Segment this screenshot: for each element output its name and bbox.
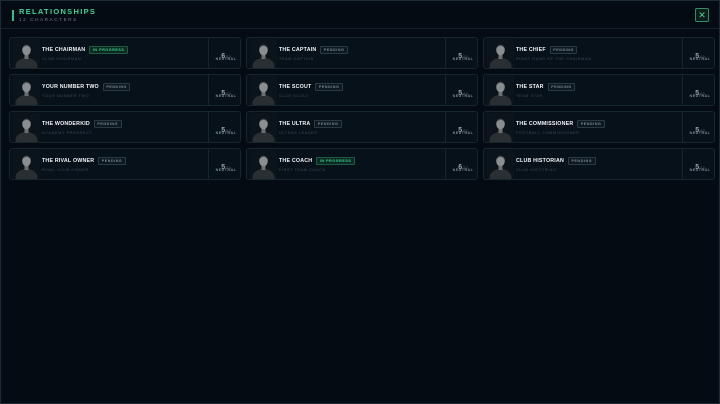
character-name: THE RIVAL OWNER bbox=[42, 158, 95, 164]
character-role: FOOTBALL COMMISSIONER bbox=[516, 130, 580, 135]
character-card-4[interactable]: YOUR NUMBER TWO PENDING YOUR NUMBER TWO … bbox=[9, 74, 241, 106]
character-name: THE COMMISSIONER bbox=[516, 121, 574, 127]
card-divider bbox=[208, 112, 209, 142]
card-divider bbox=[682, 38, 683, 68]
close-icon: ✕ bbox=[698, 10, 706, 20]
character-card-12[interactable]: CLUB HISTORIAN PENDING CLUB HISTORIAN 5/… bbox=[483, 148, 715, 180]
mood-label: NEUTRAL bbox=[452, 56, 474, 61]
card-divider bbox=[208, 75, 209, 105]
card-divider bbox=[208, 149, 209, 179]
character-name: THE SCOUT bbox=[279, 84, 312, 90]
character-role: TEAM STAR bbox=[516, 93, 543, 98]
character-role: TEAM CAPTAIN bbox=[279, 56, 314, 61]
character-portrait bbox=[487, 39, 514, 68]
character-name: THE CHIEF bbox=[516, 47, 546, 53]
mood-label: NEUTRAL bbox=[689, 56, 711, 61]
character-name: THE WONDERKID bbox=[42, 121, 90, 127]
status-badge: PENDING bbox=[98, 157, 126, 165]
card-divider bbox=[208, 38, 209, 68]
character-role: ACADEMY PROSPECT bbox=[42, 130, 93, 135]
mood-label: NEUTRAL bbox=[215, 167, 237, 172]
character-portrait bbox=[13, 113, 40, 142]
card-divider bbox=[445, 112, 446, 142]
character-name: THE COACH bbox=[279, 158, 313, 164]
character-count: 12 CHARACTERS bbox=[19, 16, 78, 22]
status-badge: PENDING bbox=[568, 157, 596, 165]
character-card-3[interactable]: THE CHIEF PENDING RIGHT HAND OF THE CHAI… bbox=[483, 37, 715, 69]
card-divider bbox=[445, 149, 446, 179]
character-role: CLUB CHAIRMAN bbox=[42, 56, 82, 61]
character-role: CLUB HISTORIAN bbox=[516, 167, 557, 172]
card-divider bbox=[445, 75, 446, 105]
character-portrait bbox=[250, 150, 277, 179]
status-badge: PENDING bbox=[547, 83, 576, 91]
character-portrait bbox=[487, 76, 514, 105]
character-portrait bbox=[487, 150, 514, 179]
status-badge: IN PROGRESS bbox=[89, 46, 128, 54]
character-name: YOUR NUMBER TWO bbox=[42, 84, 99, 90]
character-name: THE CAPTAIN bbox=[279, 47, 317, 53]
mood-label: NEUTRAL bbox=[452, 167, 474, 172]
character-name: THE CHAIRMAN bbox=[42, 47, 86, 53]
character-name: THE ULTRA bbox=[279, 121, 311, 127]
character-role: CLUB SCOUT bbox=[279, 93, 310, 98]
status-badge: PENDING bbox=[314, 120, 342, 128]
status-badge: PENDING bbox=[315, 83, 343, 91]
card-divider bbox=[445, 38, 446, 68]
card-divider bbox=[682, 112, 683, 142]
character-portrait bbox=[250, 39, 277, 68]
panel-header: RELATIONSHIPS 12 CHARACTERS ✕ bbox=[1, 1, 720, 29]
status-badge: PENDING bbox=[320, 46, 348, 54]
character-card-9[interactable]: THE COMMISSIONER PENDING FOOTBALL COMMIS… bbox=[483, 111, 715, 143]
mood-label: NEUTRAL bbox=[452, 130, 474, 135]
mood-label: NEUTRAL bbox=[452, 93, 474, 98]
status-badge: PENDING bbox=[577, 120, 605, 128]
character-portrait bbox=[250, 76, 277, 105]
character-portrait bbox=[13, 150, 40, 179]
mood-label: NEUTRAL bbox=[689, 130, 711, 135]
title-accent-bar bbox=[12, 10, 14, 21]
status-badge: PENDING bbox=[102, 83, 131, 91]
character-grid: THE CHAIRMAN IN PROGRESS CLUB CHAIRMAN 6… bbox=[9, 37, 715, 180]
character-portrait bbox=[13, 39, 40, 68]
status-badge: PENDING bbox=[93, 120, 122, 128]
character-name: CLUB HISTORIAN bbox=[516, 158, 565, 164]
card-divider bbox=[682, 149, 683, 179]
character-card-11[interactable]: THE COACH IN PROGRESS FIRST TEAM COACH 6… bbox=[246, 148, 478, 180]
character-portrait bbox=[13, 76, 40, 105]
mood-label: NEUTRAL bbox=[689, 93, 711, 98]
character-name: THE STAR bbox=[516, 84, 544, 90]
page-title: RELATIONSHIPS bbox=[19, 7, 97, 16]
close-button[interactable]: ✕ bbox=[695, 8, 709, 22]
status-badge: PENDING bbox=[549, 46, 578, 54]
character-card-7[interactable]: THE WONDERKID PENDING ACADEMY PROSPECT 5… bbox=[9, 111, 241, 143]
character-card-2[interactable]: THE CAPTAIN PENDING TEAM CAPTAIN 5/10 NE… bbox=[246, 37, 478, 69]
status-badge: IN PROGRESS bbox=[316, 157, 355, 165]
character-role: ULTRAS LEADER bbox=[279, 130, 318, 135]
character-card-1[interactable]: THE CHAIRMAN IN PROGRESS CLUB CHAIRMAN 6… bbox=[9, 37, 241, 69]
character-card-8[interactable]: THE ULTRA PENDING ULTRAS LEADER 5/10 NEU… bbox=[246, 111, 478, 143]
mood-label: NEUTRAL bbox=[215, 130, 237, 135]
relationships-panel: RELATIONSHIPS 12 CHARACTERS ✕ THE CHAIRM… bbox=[0, 0, 720, 404]
mood-label: NEUTRAL bbox=[689, 167, 711, 172]
character-role: RIGHT HAND OF THE CHAIRMAN bbox=[516, 56, 592, 61]
mood-label: NEUTRAL bbox=[215, 56, 237, 61]
character-card-5[interactable]: THE SCOUT PENDING CLUB SCOUT 5/10 NEUTRA… bbox=[246, 74, 478, 106]
card-divider bbox=[682, 75, 683, 105]
character-portrait bbox=[487, 113, 514, 142]
character-card-10[interactable]: THE RIVAL OWNER PENDING RIVAL CLUB OWNER… bbox=[9, 148, 241, 180]
character-role: YOUR NUMBER TWO bbox=[42, 93, 90, 98]
character-portrait bbox=[250, 113, 277, 142]
character-role: FIRST TEAM COACH bbox=[279, 167, 326, 172]
character-role: RIVAL CLUB OWNER bbox=[42, 167, 89, 172]
character-card-6[interactable]: THE STAR PENDING TEAM STAR 5/10 NEUTRAL bbox=[483, 74, 715, 106]
mood-label: NEUTRAL bbox=[215, 93, 237, 98]
